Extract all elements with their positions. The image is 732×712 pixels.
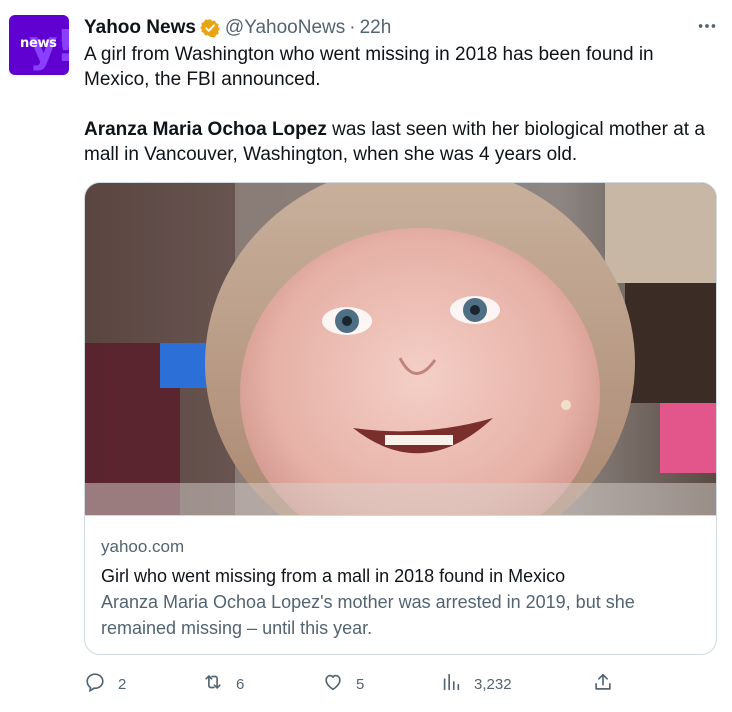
like-count: 5 bbox=[356, 675, 365, 693]
card-title: Girl who went missing from a mall in 201… bbox=[101, 566, 566, 586]
card-description: Aranza Maria Ochoa Lopez's mother was ar… bbox=[101, 592, 635, 638]
reply-button[interactable]: 2 bbox=[84, 670, 126, 698]
tweet-text: A girl from Washington who went missing … bbox=[84, 42, 724, 167]
heart-icon bbox=[322, 671, 344, 698]
views-count: 3,232 bbox=[474, 675, 512, 693]
reply-count: 2 bbox=[118, 675, 127, 693]
avatar[interactable]: y! news bbox=[9, 15, 69, 75]
tweet-paragraph-2: Aranza Maria Ochoa Lopez was last seen w… bbox=[84, 117, 724, 167]
tweet-bold-name: Aranza Maria Ochoa Lopez bbox=[84, 119, 327, 140]
handle[interactable]: @YahooNews bbox=[225, 17, 345, 39]
share-button[interactable] bbox=[592, 670, 614, 698]
reply-icon bbox=[84, 671, 106, 698]
tweet-paragraph-1: A girl from Washington who went missing … bbox=[84, 44, 654, 90]
display-name[interactable]: Yahoo News bbox=[84, 17, 196, 39]
avatar-logo-text: news bbox=[20, 36, 57, 51]
card-image[interactable] bbox=[85, 183, 716, 516]
card-domain: yahoo.com bbox=[101, 537, 185, 556]
like-button[interactable]: 5 bbox=[322, 670, 364, 698]
card-meta[interactable]: yahoo.com Girl who went missing from a m… bbox=[101, 536, 701, 641]
timestamp[interactable]: 22h bbox=[360, 17, 392, 39]
action-bar: 2 6 5 3,232 bbox=[84, 670, 724, 698]
tweet-header: Yahoo News @YahooNews · 22h bbox=[84, 16, 391, 40]
views-icon bbox=[440, 671, 462, 698]
verified-badge-icon[interactable] bbox=[200, 18, 220, 38]
tweet[interactable]: y! news Yahoo News @YahooNews · 22h A gi… bbox=[0, 0, 732, 712]
retweet-count: 6 bbox=[236, 675, 245, 693]
more-options-icon[interactable] bbox=[692, 14, 722, 38]
separator-dot: · bbox=[349, 17, 356, 38]
retweet-button[interactable]: 6 bbox=[202, 670, 244, 698]
retweet-icon bbox=[202, 671, 224, 698]
share-icon bbox=[592, 671, 614, 698]
views-button[interactable]: 3,232 bbox=[440, 670, 512, 698]
link-card[interactable]: yahoo.com Girl who went missing from a m… bbox=[84, 182, 717, 655]
